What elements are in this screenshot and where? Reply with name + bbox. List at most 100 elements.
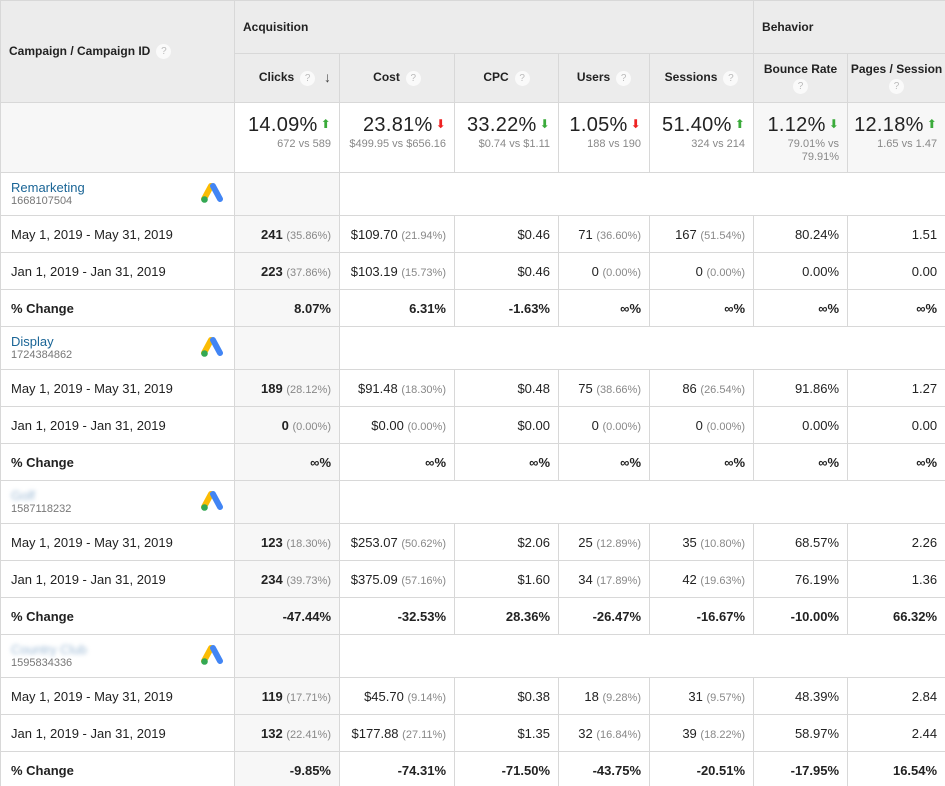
help-icon[interactable]: ? bbox=[723, 70, 739, 86]
cell-sessions: 86 (26.54%) bbox=[648, 369, 755, 407]
help-icon[interactable]: ? bbox=[793, 79, 809, 94]
cell-value: 167 bbox=[675, 226, 697, 242]
summary-value: 1.12% bbox=[767, 114, 826, 136]
cell-value: 234 bbox=[261, 571, 283, 587]
cell-cpc: $0.00 bbox=[454, 406, 559, 444]
cell-cost: $177.88 (27.11%) bbox=[339, 714, 455, 752]
group-header-acquisition: Acquisition bbox=[233, 0, 755, 54]
google-ads-logo-icon bbox=[201, 183, 223, 203]
cell-value: 6.31% bbox=[409, 300, 446, 316]
cell-pages-per-session: 2.84 bbox=[847, 677, 945, 715]
campaign-column-label: Campaign / Campaign ID bbox=[9, 43, 151, 58]
cell-share: (9.28%) bbox=[602, 691, 641, 704]
sort-descending-icon[interactable]: ↓ bbox=[324, 69, 331, 85]
help-icon[interactable]: ? bbox=[300, 70, 316, 86]
summary-row: 14.09% ⬆ 672 vs 589 23.81% ⬇ $499.95 vs $656.… bbox=[0, 102, 945, 173]
help-icon[interactable]: ? bbox=[405, 70, 421, 86]
campaign-header-row: Golf 1587118232 bbox=[0, 480, 945, 524]
cell-cost: -32.53% bbox=[339, 597, 455, 635]
campaign-header-clicks-gap bbox=[234, 326, 340, 370]
cell-pages-per-session: 66.32% bbox=[847, 597, 945, 635]
cell-share: (0.00%) bbox=[407, 420, 446, 433]
row-label: May 1, 2019 - May 31, 2019 bbox=[0, 369, 235, 407]
cell-clicks: ∞% bbox=[234, 443, 340, 481]
cell-value: 0.00% bbox=[802, 417, 840, 433]
cell-cpc: $0.38 bbox=[454, 677, 559, 715]
cell-share: (9.14%) bbox=[407, 691, 446, 704]
row-label: % Change bbox=[0, 597, 235, 635]
cell-pages-per-session: 1.36 bbox=[847, 560, 945, 598]
cell-sessions: 0 (0.00%) bbox=[648, 406, 755, 444]
summary-cost: 23.81% ⬇ $499.95 vs $656.16 bbox=[339, 102, 455, 173]
cell-sessions: 42 (19.63%) bbox=[648, 560, 755, 598]
cell-value: $0.48 bbox=[517, 380, 550, 396]
column-header-cpc[interactable]: CPC? bbox=[454, 53, 559, 103]
cell-share: (18.30%) bbox=[401, 383, 446, 396]
cell-bounce-rate: 91.86% bbox=[753, 369, 849, 407]
cell-value: 119 bbox=[261, 688, 283, 704]
cell-value: $109.70 bbox=[350, 226, 398, 242]
cell-cpc: $0.46 bbox=[454, 215, 559, 253]
cell-value: ∞% bbox=[425, 454, 446, 470]
cell-value: -10.00% bbox=[790, 608, 840, 624]
summary-pages-per-session: 12.18% ⬆ 1.65 vs 1.47 bbox=[847, 102, 945, 173]
column-label: Pages / Session bbox=[850, 62, 943, 76]
date-range-row: Jan 1, 2019 - Jan 31, 2019 0 (0.00%) $0.00… bbox=[0, 406, 945, 444]
cell-cpc: -1.63% bbox=[454, 289, 559, 327]
cell-clicks: -9.85% bbox=[234, 751, 340, 786]
column-header-users[interactable]: Users? bbox=[558, 53, 650, 103]
cell-share: (22.41%) bbox=[286, 728, 331, 741]
cell-value: -32.53% bbox=[397, 608, 446, 624]
cell-value: $0.00 bbox=[517, 417, 550, 433]
row-label: May 1, 2019 - May 31, 2019 bbox=[0, 523, 235, 561]
cell-pages-per-session: 2.26 bbox=[847, 523, 945, 561]
cell-cost: $0.00 (0.00%) bbox=[339, 406, 455, 444]
column-label: Users bbox=[576, 70, 611, 85]
help-icon[interactable]: ? bbox=[156, 44, 172, 60]
cell-share: (16.84%) bbox=[596, 728, 641, 741]
cell-users: 18 (9.28%) bbox=[558, 677, 650, 715]
cell-value: ∞% bbox=[310, 454, 331, 470]
summary-value: 1.05% bbox=[569, 114, 628, 136]
arrow-up-icon: ⬆ bbox=[926, 117, 938, 131]
column-header-sessions[interactable]: Sessions? bbox=[648, 53, 755, 103]
cell-cost: 6.31% bbox=[339, 289, 455, 327]
cell-value: 1.27 bbox=[911, 380, 938, 396]
row-label: % Change bbox=[0, 751, 235, 786]
column-header-clicks[interactable]: Clicks? ↓ bbox=[234, 53, 340, 103]
arrow-down-icon: ⬇ bbox=[539, 117, 550, 131]
help-icon[interactable]: ? bbox=[514, 70, 530, 86]
cell-value: -43.75% bbox=[592, 762, 641, 778]
cell-sessions: 0 (0.00%) bbox=[648, 252, 755, 290]
arrow-up-icon: ⬆ bbox=[320, 117, 331, 131]
cell-value: 32 bbox=[578, 725, 593, 741]
arrow-down-icon: ⬇ bbox=[435, 117, 446, 131]
cell-clicks: 241 (35.86%) bbox=[234, 215, 340, 253]
cell-bounce-rate: 80.24% bbox=[753, 215, 849, 253]
campaign-column-header[interactable]: Campaign / Campaign ID? bbox=[0, 0, 235, 103]
cell-bounce-rate: 58.97% bbox=[753, 714, 849, 752]
row-label: Jan 1, 2019 - Jan 31, 2019 bbox=[0, 252, 235, 290]
cell-value: 0.00% bbox=[802, 263, 840, 279]
help-icon[interactable]: ? bbox=[889, 79, 905, 94]
campaign-header-spacer bbox=[338, 634, 945, 678]
column-header-bounce-rate[interactable]: Bounce Rate? bbox=[753, 53, 849, 103]
cell-share: (0.00%) bbox=[602, 420, 641, 433]
cell-cost: $91.48 (18.30%) bbox=[339, 369, 455, 407]
cell-clicks: 0 (0.00%) bbox=[234, 406, 340, 444]
column-label: Sessions bbox=[664, 70, 718, 85]
cell-value: 42 bbox=[682, 571, 697, 587]
column-header-pages-per-session[interactable]: Pages / Session? bbox=[847, 53, 945, 103]
cell-value: $103.19 bbox=[350, 263, 398, 279]
cell-pages-per-session: 0.00 bbox=[847, 406, 945, 444]
campaign-header-clicks-gap bbox=[234, 480, 340, 524]
help-icon[interactable]: ? bbox=[616, 70, 632, 86]
cell-users: 75 (38.66%) bbox=[558, 369, 650, 407]
cell-value: 31 bbox=[688, 688, 703, 704]
cell-sessions: -16.67% bbox=[648, 597, 755, 635]
column-header-cost[interactable]: Cost? bbox=[339, 53, 455, 103]
cell-value: 189 bbox=[261, 380, 283, 396]
column-label: Bounce Rate bbox=[763, 62, 838, 76]
cell-share: (17.89%) bbox=[596, 574, 641, 587]
cell-value: ∞% bbox=[724, 300, 746, 316]
